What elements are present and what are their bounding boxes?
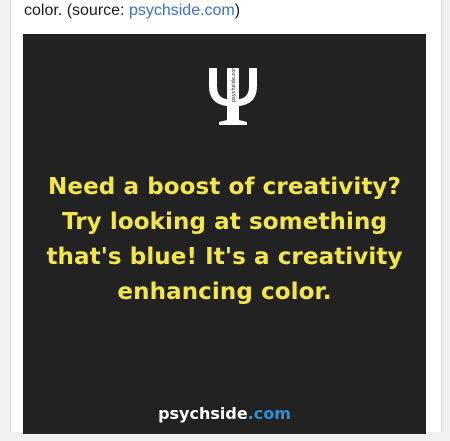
post-caption: color. (source: psychside.com) — [24, 0, 240, 22]
logo-text: psychside.com — [231, 65, 237, 102]
quote-line: that's blue! It's a creativity — [46, 244, 403, 270]
footer-name: psychside — [158, 404, 248, 423]
footer-tld: .com — [247, 404, 291, 423]
quote-image[interactable]: psychside.com Need a boost of creativity… — [23, 34, 426, 434]
quote-line: Try looking at something — [61, 209, 388, 235]
poster-footer: psychside.com — [23, 404, 426, 423]
source-link[interactable]: psychside.com — [129, 2, 235, 19]
caption-suffix: ) — [234, 2, 241, 19]
quote-text: Need a boost of creativity? Try looking … — [23, 170, 426, 310]
psi-logo-icon: psychside.com — [209, 65, 257, 125]
quote-line: Need a boost of creativity? — [48, 174, 401, 200]
caption-prefix: color. (source: — [24, 2, 129, 19]
quote-line: enhancing color. — [117, 279, 332, 305]
